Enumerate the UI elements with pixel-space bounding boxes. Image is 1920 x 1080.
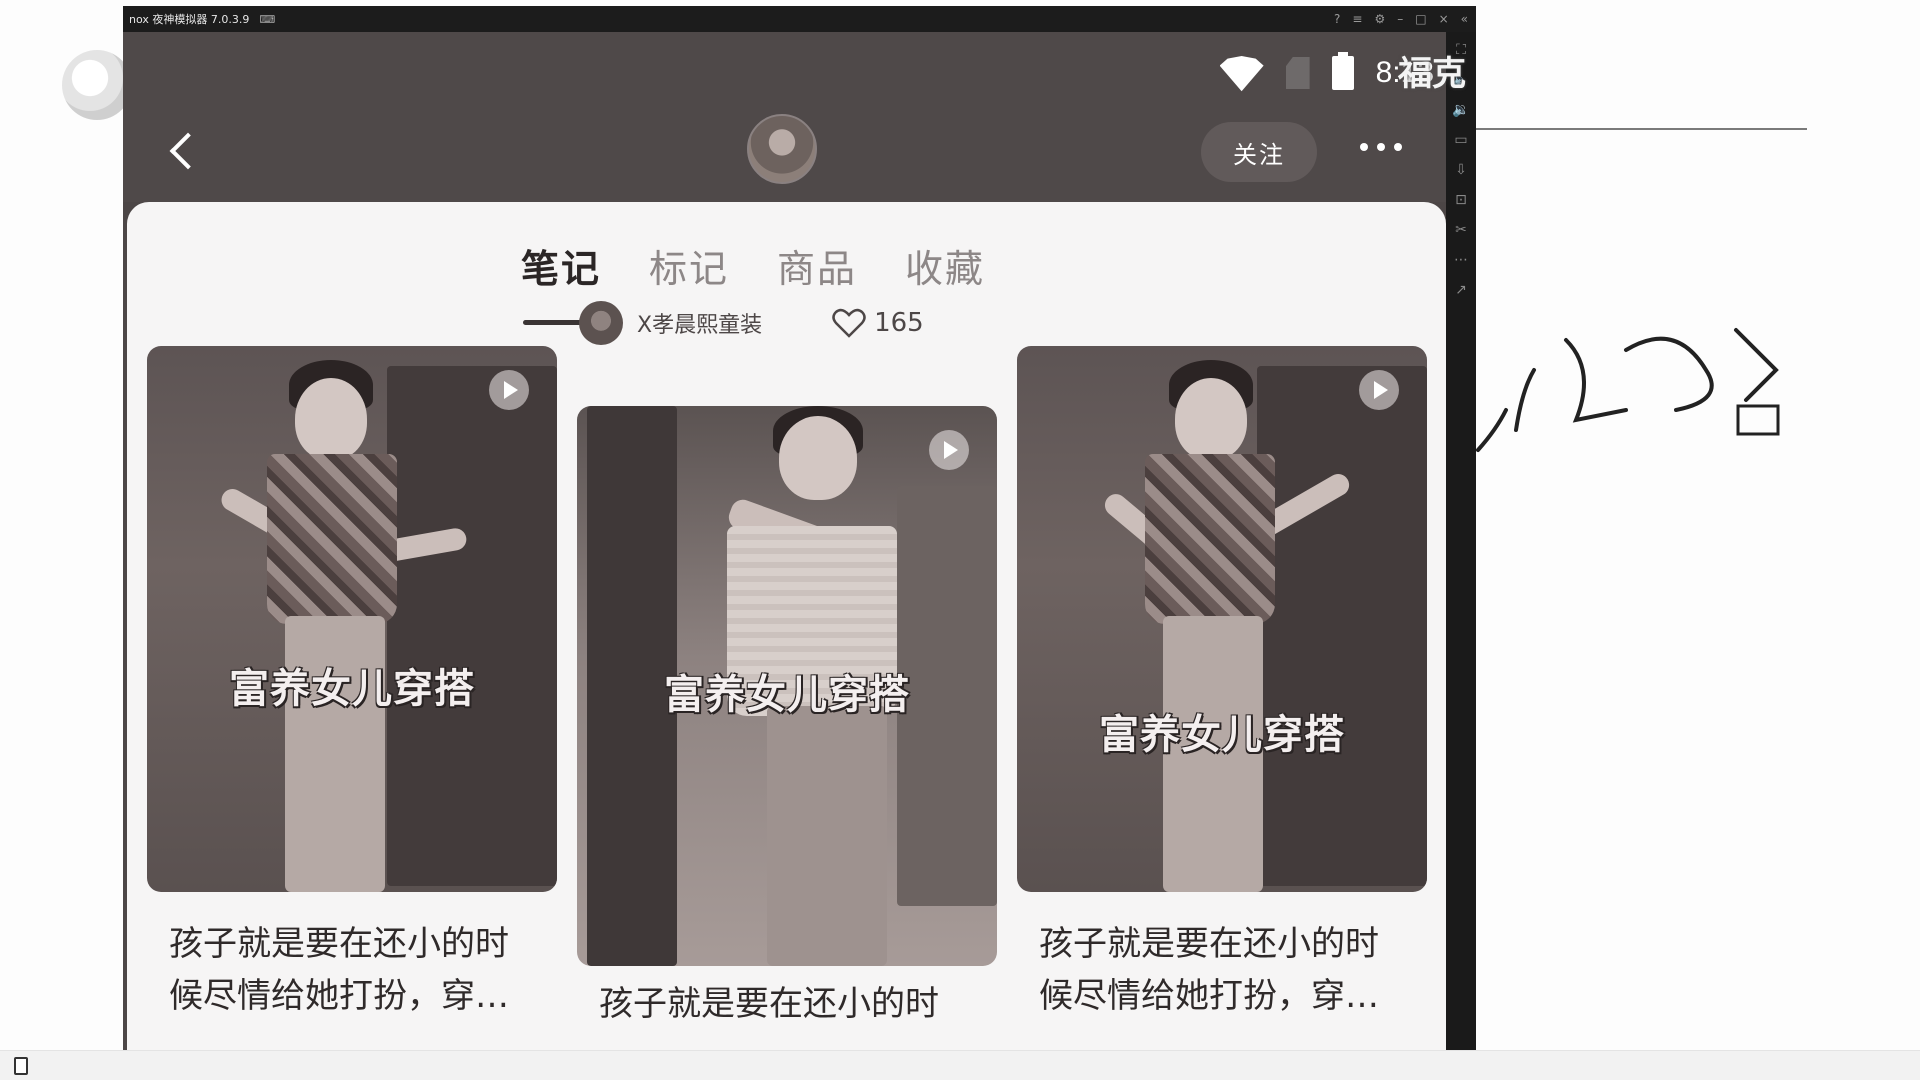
heart-icon[interactable] bbox=[832, 308, 866, 338]
phone-screen: 8:13 关注 笔记 标记 商品 收藏 X孝晨熙童装 165 富养女儿穿搭 孩子… bbox=[123, 32, 1446, 1050]
author-name[interactable]: X孝晨熙童装 bbox=[637, 307, 762, 339]
note-card-image[interactable]: 富养女儿穿搭 bbox=[147, 346, 557, 892]
whiteboard-overlay-text: 福克 bbox=[1398, 54, 1466, 94]
note-title-line: 孩子就是要在还小的时 bbox=[1039, 924, 1379, 964]
note-title-line: 候尽情给她打扮，穿… bbox=[169, 976, 509, 1016]
more-icon[interactable]: ⋯ bbox=[1454, 252, 1468, 268]
install-apk-icon[interactable]: ⇩ bbox=[1455, 162, 1467, 178]
file-icon[interactable] bbox=[14, 1057, 28, 1075]
author-avatar[interactable] bbox=[579, 301, 623, 345]
like-count: 165 bbox=[874, 308, 924, 338]
ink-line bbox=[1475, 128, 1807, 130]
close-icon[interactable]: × bbox=[1439, 12, 1449, 26]
wifi-icon bbox=[1220, 56, 1264, 90]
tab-products[interactable]: 商品 bbox=[777, 238, 857, 293]
dot-icon bbox=[1360, 143, 1368, 151]
bottom-toolbar bbox=[0, 1050, 1920, 1080]
handwriting-scribble bbox=[1476, 328, 1780, 452]
dot-icon bbox=[1377, 143, 1385, 151]
sim-icon bbox=[1285, 57, 1310, 89]
note-overlay-text: 富养女儿穿搭 bbox=[229, 666, 475, 712]
note-title[interactable]: 孩子就是要在还小的时 候尽情给她打扮，穿… bbox=[169, 918, 549, 1022]
profile-tabs: 笔记 标记 商品 收藏 bbox=[127, 238, 1446, 325]
note-photo bbox=[1017, 346, 1427, 892]
back-button[interactable] bbox=[163, 126, 203, 184]
menu-icon[interactable]: ≡ bbox=[1352, 12, 1362, 26]
screen-icon[interactable]: ▭ bbox=[1454, 132, 1467, 148]
note-title[interactable]: 孩子就是要在还小的时 bbox=[599, 978, 999, 1030]
content-sheet: 笔记 标记 商品 收藏 X孝晨熙童装 165 富养女儿穿搭 孩子就是要在还小的时… bbox=[127, 202, 1446, 1050]
lock-icon[interactable]: ⊡ bbox=[1455, 192, 1467, 208]
emulator-sidebar: ⛶ 🔈 🔉 ▭ ⇩ ⊡ ✂ ⋯ ↗ bbox=[1446, 32, 1476, 1050]
note-title[interactable]: 孩子就是要在还小的时 候尽情给她打扮，穿… bbox=[1039, 918, 1419, 1022]
more-options-button[interactable] bbox=[1353, 132, 1409, 162]
note-title-line: 孩子就是要在还小的时 bbox=[169, 924, 509, 964]
note-overlay-text: 富养女儿穿搭 bbox=[1099, 712, 1345, 758]
settings-icon[interactable]: ⚙ bbox=[1374, 12, 1385, 26]
tab-favorites[interactable]: 收藏 bbox=[905, 238, 985, 293]
maximize-icon[interactable]: □ bbox=[1415, 12, 1426, 26]
follow-button[interactable]: 关注 bbox=[1201, 122, 1317, 182]
note-overlay-text: 富养女儿穿搭 bbox=[664, 672, 910, 718]
video-play-icon bbox=[489, 370, 529, 410]
scissors-icon[interactable]: ✂ bbox=[1455, 222, 1467, 238]
battery-icon bbox=[1331, 52, 1354, 90]
note-photo bbox=[147, 346, 557, 892]
note-author-row: X孝晨熙童装 165 bbox=[579, 300, 959, 346]
note-title-line: 孩子就是要在还小的时 bbox=[599, 984, 939, 1024]
collapse-icon[interactable]: « bbox=[1461, 12, 1468, 26]
video-play-icon bbox=[1359, 370, 1399, 410]
external-link-icon[interactable]: ↗ bbox=[1455, 282, 1467, 298]
emulator-title: nox 夜神模拟器 7.0.3.9 bbox=[129, 13, 250, 26]
note-card-image[interactable]: 富养女儿穿搭 bbox=[1017, 346, 1427, 892]
window-controls: ? ≡ ⚙ – □ × « bbox=[1334, 6, 1468, 32]
video-play-icon bbox=[929, 430, 969, 470]
gamepad-icon[interactable]: ⌨ bbox=[259, 13, 275, 26]
note-title-line: 候尽情给她打扮，穿… bbox=[1039, 976, 1379, 1016]
tab-notes[interactable]: 笔记 bbox=[521, 238, 601, 293]
emulator-titlebar: nox 夜神模拟器 7.0.3.9 ⌨ ? ≡ ⚙ – □ × « bbox=[123, 6, 1476, 32]
app-logo-icon bbox=[62, 50, 132, 120]
volume-down-icon[interactable]: 🔉 bbox=[1452, 102, 1469, 118]
profile-avatar[interactable] bbox=[747, 114, 817, 184]
note-card-image[interactable]: 富养女儿穿搭 bbox=[577, 406, 997, 966]
dot-icon bbox=[1394, 143, 1402, 151]
tab-marks[interactable]: 标记 bbox=[649, 238, 729, 293]
minimize-icon[interactable]: – bbox=[1397, 12, 1403, 26]
help-icon[interactable]: ? bbox=[1334, 12, 1340, 26]
emulator-window: nox 夜神模拟器 7.0.3.9 ⌨ ? ≡ ⚙ – □ × « 8:13 关… bbox=[123, 6, 1476, 1050]
